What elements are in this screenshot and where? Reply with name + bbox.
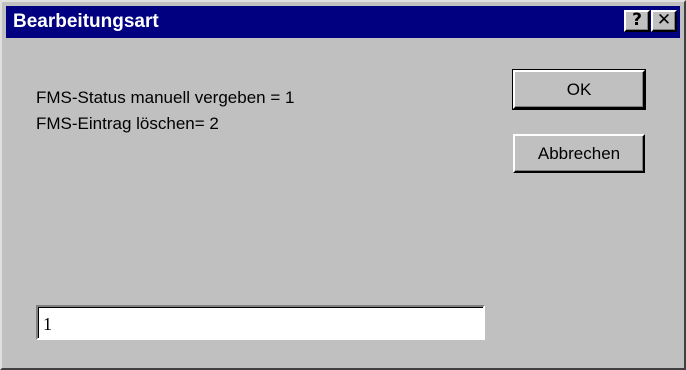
ok-button[interactable]: OK: [512, 69, 646, 110]
message-line-2: FMS-Eintrag löschen= 2: [36, 114, 219, 133]
close-button[interactable]: ✕: [651, 10, 677, 32]
message-line-1: FMS-Status manuell vergeben = 1: [36, 88, 295, 107]
help-button[interactable]: ?: [624, 10, 650, 32]
dialog-title: Bearbeitungsart: [13, 11, 159, 32]
cancel-button-label: Abbrechen: [537, 143, 621, 163]
dialog-window: Bearbeitungsart ? ✕ FMS-Status manuell v…: [0, 0, 686, 370]
help-icon: ?: [632, 10, 642, 30]
cancel-button[interactable]: Abbrechen: [513, 134, 645, 173]
ok-button-label: OK: [566, 79, 592, 99]
title-bar[interactable]: Bearbeitungsart ? ✕: [6, 6, 680, 38]
input-field[interactable]: 1: [36, 305, 485, 340]
close-icon: ✕: [656, 10, 672, 30]
